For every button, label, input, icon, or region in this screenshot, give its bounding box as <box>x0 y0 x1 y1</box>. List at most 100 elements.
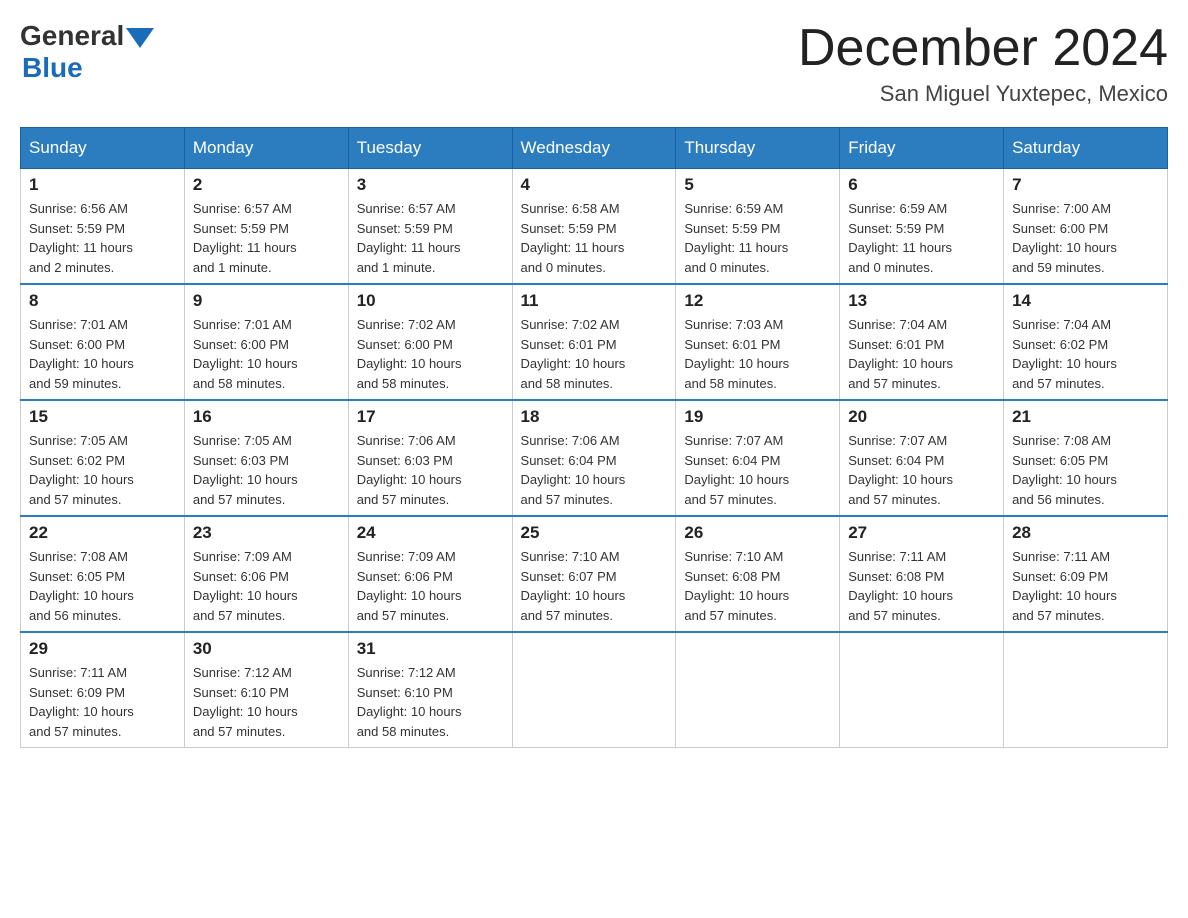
day-info: Sunrise: 7:04 AM Sunset: 6:02 PM Dayligh… <box>1012 315 1159 393</box>
calendar-cell: 1 Sunrise: 6:56 AM Sunset: 5:59 PM Daylig… <box>21 169 185 285</box>
day-number: 14 <box>1012 291 1159 311</box>
day-info: Sunrise: 7:06 AM Sunset: 6:04 PM Dayligh… <box>521 431 668 509</box>
day-info: Sunrise: 7:12 AM Sunset: 6:10 PM Dayligh… <box>193 663 340 741</box>
calendar-cell: 12 Sunrise: 7:03 AM Sunset: 6:01 PM Dayli… <box>676 284 840 400</box>
calendar-table: Sunday Monday Tuesday Wednesday Thursday… <box>20 127 1168 748</box>
calendar-week-row: 29Sunrise: 7:11 AM Sunset: 6:09 PM Dayli… <box>21 632 1168 748</box>
day-info: Sunrise: 7:08 AM Sunset: 6:05 PM Dayligh… <box>29 547 176 625</box>
day-info: Sunrise: 7:09 AM Sunset: 6:06 PM Dayligh… <box>193 547 340 625</box>
day-number: 15 <box>29 407 176 427</box>
calendar-cell: 10Sunrise: 7:02 AM Sunset: 6:00 PM Dayli… <box>348 284 512 400</box>
day-number: 6 <box>848 175 995 195</box>
day-info: Sunrise: 6:59 AM Sunset: 5:59 PM Dayligh… <box>684 199 831 277</box>
day-number: 8 <box>29 291 176 311</box>
day-number: 18 <box>521 407 668 427</box>
page-header: General Blue December 2024 San Miguel Yu… <box>20 20 1168 107</box>
day-number: 5 <box>684 175 831 195</box>
day-number: 13 <box>848 291 995 311</box>
calendar-cell: 6Sunrise: 6:59 AM Sunset: 5:59 PM Daylig… <box>840 169 1004 285</box>
day-number: 22 <box>29 523 176 543</box>
day-info: Sunrise: 7:11 AM Sunset: 6:08 PM Dayligh… <box>848 547 995 625</box>
calendar-cell: 17 Sunrise: 7:06 AM Sunset: 6:03 PM Dayli… <box>348 400 512 516</box>
calendar-cell: 14 Sunrise: 7:04 AM Sunset: 6:02 PM Dayli… <box>1004 284 1168 400</box>
header-thursday: Thursday <box>676 128 840 169</box>
day-info: Sunrise: 7:08 AM Sunset: 6:05 PM Dayligh… <box>1012 431 1159 509</box>
day-number: 12 <box>684 291 831 311</box>
day-info: Sunrise: 7:06 AM Sunset: 6:03 PM Dayligh… <box>357 431 504 509</box>
calendar-cell: 31Sunrise: 7:12 AM Sunset: 6:10 PM Dayli… <box>348 632 512 748</box>
day-info: Sunrise: 7:11 AM Sunset: 6:09 PM Dayligh… <box>1012 547 1159 625</box>
calendar-cell: 20Sunrise: 7:07 AM Sunset: 6:04 PM Dayli… <box>840 400 1004 516</box>
day-number: 9 <box>193 291 340 311</box>
day-info: Sunrise: 7:05 AM Sunset: 6:03 PM Dayligh… <box>193 431 340 509</box>
calendar-cell: 11Sunrise: 7:02 AM Sunset: 6:01 PM Dayli… <box>512 284 676 400</box>
logo-general-text: General <box>20 20 124 52</box>
calendar-cell: 21 Sunrise: 7:08 AM Sunset: 6:05 PM Dayli… <box>1004 400 1168 516</box>
day-info: Sunrise: 7:02 AM Sunset: 6:01 PM Dayligh… <box>521 315 668 393</box>
day-info: Sunrise: 7:07 AM Sunset: 6:04 PM Dayligh… <box>848 431 995 509</box>
day-info: Sunrise: 7:07 AM Sunset: 6:04 PM Dayligh… <box>684 431 831 509</box>
day-number: 26 <box>684 523 831 543</box>
title-area: December 2024 San Miguel Yuxtepec, Mexic… <box>798 20 1168 107</box>
calendar-week-row: 22 Sunrise: 7:08 AM Sunset: 6:05 PM Dayli… <box>21 516 1168 632</box>
header-friday: Friday <box>840 128 1004 169</box>
day-number: 21 <box>1012 407 1159 427</box>
header-wednesday: Wednesday <box>512 128 676 169</box>
calendar-cell: 5 Sunrise: 6:59 AM Sunset: 5:59 PM Daylig… <box>676 169 840 285</box>
calendar-cell: 16 Sunrise: 7:05 AM Sunset: 6:03 PM Dayli… <box>184 400 348 516</box>
calendar-cell: 15 Sunrise: 7:05 AM Sunset: 6:02 PM Dayli… <box>21 400 185 516</box>
calendar-week-row: 8 Sunrise: 7:01 AM Sunset: 6:00 PM Daylig… <box>21 284 1168 400</box>
day-info: Sunrise: 7:02 AM Sunset: 6:00 PM Dayligh… <box>357 315 504 393</box>
day-number: 24 <box>357 523 504 543</box>
calendar-cell: 22 Sunrise: 7:08 AM Sunset: 6:05 PM Dayli… <box>21 516 185 632</box>
header-saturday: Saturday <box>1004 128 1168 169</box>
day-info: Sunrise: 7:10 AM Sunset: 6:08 PM Dayligh… <box>684 547 831 625</box>
header-sunday: Sunday <box>21 128 185 169</box>
day-number: 31 <box>357 639 504 659</box>
calendar-cell: 3Sunrise: 6:57 AM Sunset: 5:59 PM Daylig… <box>348 169 512 285</box>
calendar-cell: 29Sunrise: 7:11 AM Sunset: 6:09 PM Dayli… <box>21 632 185 748</box>
day-number: 23 <box>193 523 340 543</box>
month-title: December 2024 <box>798 20 1168 77</box>
day-number: 7 <box>1012 175 1159 195</box>
day-number: 4 <box>521 175 668 195</box>
calendar-cell: 7Sunrise: 7:00 AM Sunset: 6:00 PM Daylig… <box>1004 169 1168 285</box>
day-info: Sunrise: 7:01 AM Sunset: 6:00 PM Dayligh… <box>193 315 340 393</box>
day-info: Sunrise: 7:10 AM Sunset: 6:07 PM Dayligh… <box>521 547 668 625</box>
calendar-cell: 13 Sunrise: 7:04 AM Sunset: 6:01 PM Dayli… <box>840 284 1004 400</box>
day-number: 1 <box>29 175 176 195</box>
logo-blue-part <box>124 24 154 48</box>
day-info: Sunrise: 7:01 AM Sunset: 6:00 PM Dayligh… <box>29 315 176 393</box>
calendar-cell <box>676 632 840 748</box>
calendar-cell: 19 Sunrise: 7:07 AM Sunset: 6:04 PM Dayli… <box>676 400 840 516</box>
logo: General Blue <box>20 20 154 84</box>
day-info: Sunrise: 6:57 AM Sunset: 5:59 PM Dayligh… <box>193 199 340 277</box>
calendar-cell: 28 Sunrise: 7:11 AM Sunset: 6:09 PM Dayli… <box>1004 516 1168 632</box>
day-number: 25 <box>521 523 668 543</box>
calendar-cell: 8 Sunrise: 7:01 AM Sunset: 6:00 PM Daylig… <box>21 284 185 400</box>
calendar-cell: 30Sunrise: 7:12 AM Sunset: 6:10 PM Dayli… <box>184 632 348 748</box>
calendar-week-row: 15 Sunrise: 7:05 AM Sunset: 6:02 PM Dayli… <box>21 400 1168 516</box>
day-info: Sunrise: 6:58 AM Sunset: 5:59 PM Dayligh… <box>521 199 668 277</box>
day-info: Sunrise: 7:09 AM Sunset: 6:06 PM Dayligh… <box>357 547 504 625</box>
day-info: Sunrise: 6:56 AM Sunset: 5:59 PM Dayligh… <box>29 199 176 277</box>
calendar-cell: 26 Sunrise: 7:10 AM Sunset: 6:08 PM Dayli… <box>676 516 840 632</box>
calendar-cell <box>1004 632 1168 748</box>
day-number: 19 <box>684 407 831 427</box>
calendar-cell <box>840 632 1004 748</box>
day-number: 16 <box>193 407 340 427</box>
logo-triangle-icon <box>126 28 154 48</box>
calendar-week-row: 1 Sunrise: 6:56 AM Sunset: 5:59 PM Daylig… <box>21 169 1168 285</box>
day-number: 17 <box>357 407 504 427</box>
day-info: Sunrise: 7:03 AM Sunset: 6:01 PM Dayligh… <box>684 315 831 393</box>
calendar-cell: 4 Sunrise: 6:58 AM Sunset: 5:59 PM Daylig… <box>512 169 676 285</box>
day-number: 28 <box>1012 523 1159 543</box>
calendar-cell: 27Sunrise: 7:11 AM Sunset: 6:08 PM Dayli… <box>840 516 1004 632</box>
header-monday: Monday <box>184 128 348 169</box>
header-tuesday: Tuesday <box>348 128 512 169</box>
calendar-cell: 2Sunrise: 6:57 AM Sunset: 5:59 PM Daylig… <box>184 169 348 285</box>
day-info: Sunrise: 7:04 AM Sunset: 6:01 PM Dayligh… <box>848 315 995 393</box>
day-info: Sunrise: 7:05 AM Sunset: 6:02 PM Dayligh… <box>29 431 176 509</box>
calendar-cell: 23 Sunrise: 7:09 AM Sunset: 6:06 PM Dayli… <box>184 516 348 632</box>
calendar-header-row: Sunday Monday Tuesday Wednesday Thursday… <box>21 128 1168 169</box>
